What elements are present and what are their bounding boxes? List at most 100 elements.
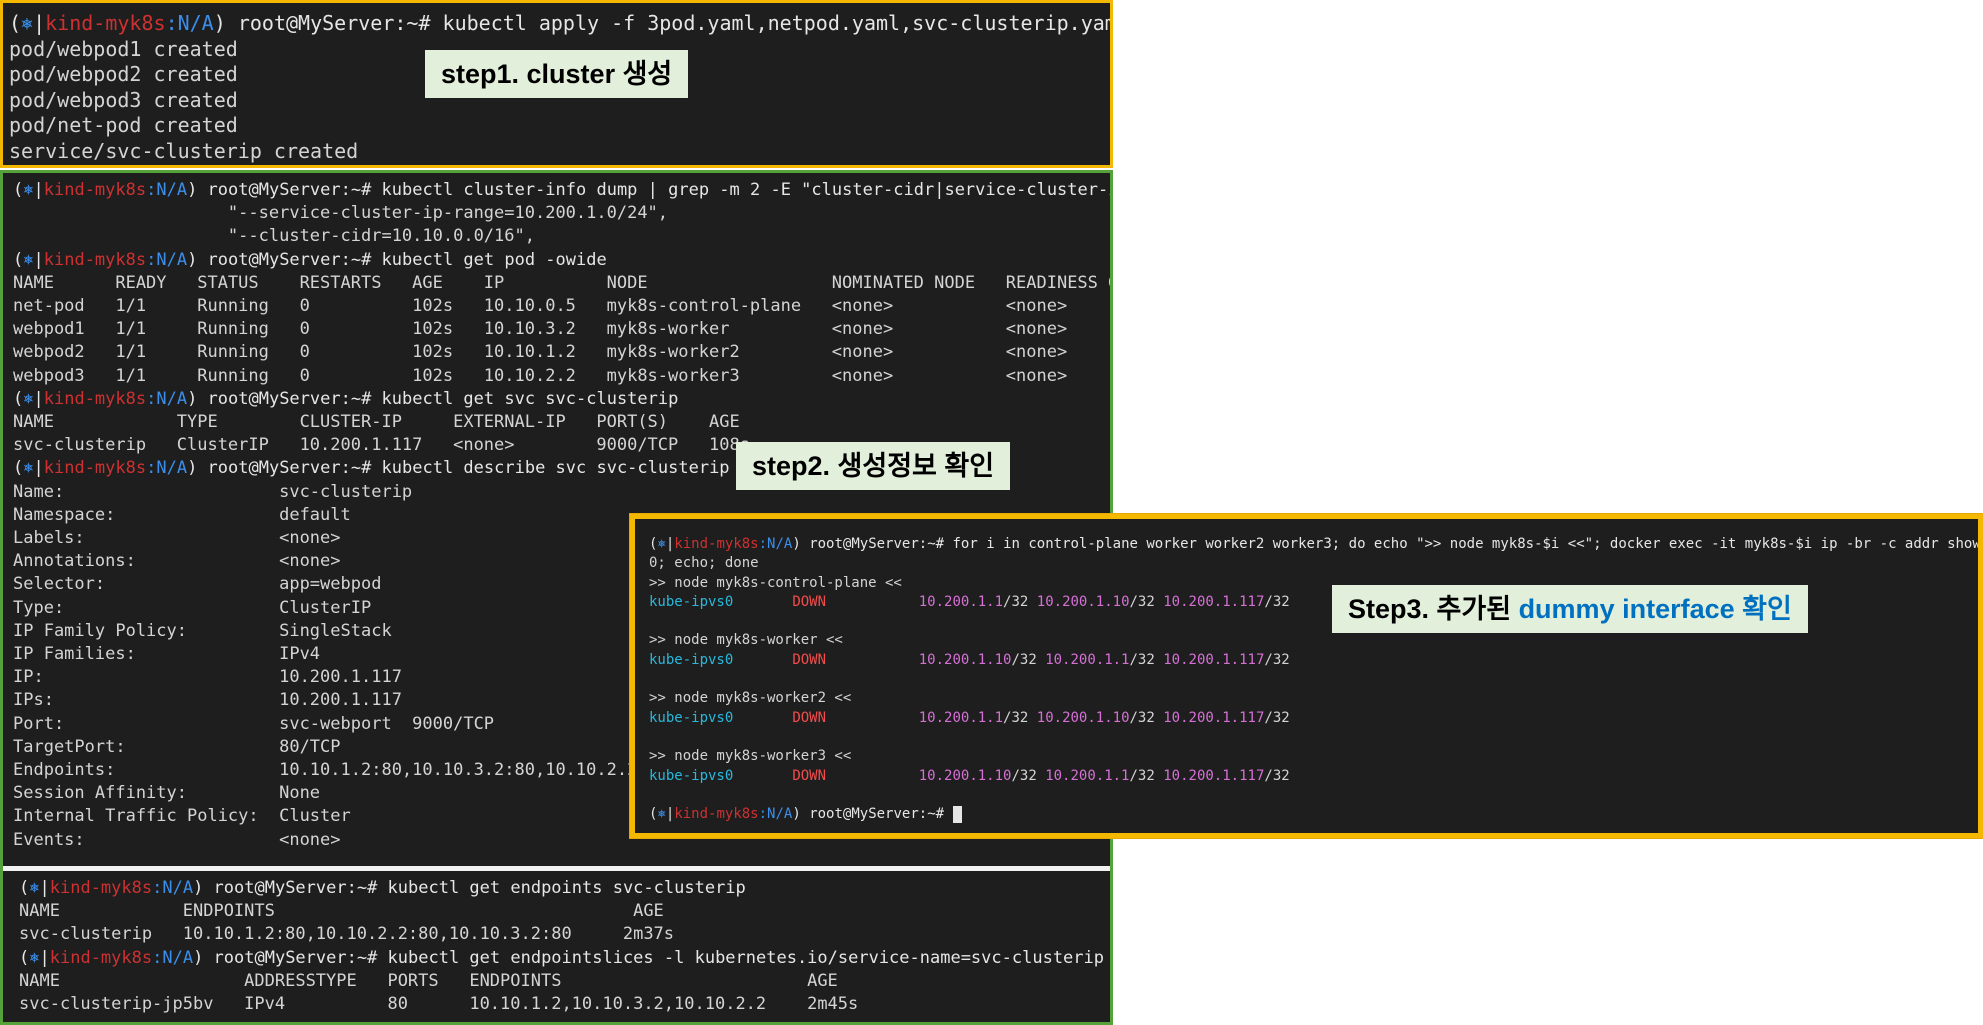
- table-header: NAME TYPE CLUSTER-IP EXTERNAL-IP PORT(S)…: [13, 412, 740, 433]
- kube-icon: ⎈: [23, 388, 34, 409]
- prompt-context: kind-myk8s: [43, 388, 147, 409]
- prompt-separator: |: [33, 388, 44, 409]
- prompt-namespace: :N/A: [165, 11, 214, 35]
- command-text: for i in control-plane worker worker2 wo…: [944, 536, 1983, 552]
- ip-address: 10.200.1.10: [918, 767, 1012, 784]
- prompt-namespace: :N/A: [146, 180, 188, 200]
- ip-mask: /32: [1003, 593, 1029, 610]
- iface-state: DOWN: [792, 767, 827, 784]
- iface-name: kube-ipvs0: [649, 593, 734, 610]
- ip-mask: /32: [1264, 651, 1290, 668]
- command-text: kubectl get svc svc-clusterip: [371, 388, 679, 409]
- node-header: >> node myk8s-worker2 <<: [649, 690, 852, 707]
- prompt-paren: (: [9, 11, 22, 35]
- step2-label: step2. 생성정보 확인: [736, 442, 1011, 490]
- ip-mask: /32: [1129, 593, 1155, 610]
- prompt-user: root@MyServer:~#: [203, 947, 378, 968]
- table-header: NAME ENDPOINTS AGE: [19, 901, 664, 922]
- prompt-separator: |: [33, 249, 44, 270]
- command-text: kubectl get pod -owide: [371, 249, 607, 270]
- ip-mask: /32: [1264, 767, 1290, 784]
- prompt-namespace: :N/A: [146, 388, 188, 409]
- table-header: NAME READY STATUS RESTARTS AGE IP NODE N…: [13, 272, 1113, 293]
- kube-icon: ⎈: [23, 180, 34, 200]
- ip-mask: /32: [1011, 651, 1037, 668]
- prompt-separator: |: [33, 11, 46, 35]
- ip-address: 10.200.1.1: [918, 593, 1004, 610]
- prompt-line: (⎈|kind-myk8s:N/A) root@MyServer:~# for …: [649, 535, 1978, 554]
- iface-state: DOWN: [792, 709, 827, 726]
- prompt-separator: |: [39, 947, 50, 968]
- ip-address: 10.200.1.117: [1163, 767, 1265, 784]
- prompt-namespace: :N/A: [152, 947, 194, 968]
- prompt-user: root@MyServer:~#: [225, 11, 431, 35]
- step3-label: Step3. 추가된 dummy interface 확인: [1332, 585, 1808, 633]
- ip-mask: /32: [1129, 767, 1155, 784]
- ip-address: 10.200.1.117: [1163, 651, 1265, 668]
- command-continuation: 0; echo; done: [649, 555, 759, 572]
- ip-mask: /32: [1011, 767, 1037, 784]
- prompt-line: (⎈|kind-myk8s:N/A) root@MyServer:~# kube…: [9, 11, 1110, 37]
- prompt-user: root@MyServer:~#: [197, 249, 372, 270]
- ip-address: 10.200.1.10: [1036, 593, 1130, 610]
- step1-label-text: step1. cluster 생성: [441, 59, 673, 89]
- prompt-paren: ): [187, 458, 198, 479]
- iface-name: kube-ipvs0: [649, 651, 734, 668]
- kube-icon: ⎈: [23, 458, 34, 479]
- iface-line: kube-ipvs0 DOWN 10.200.1.10/32 10.200.1.…: [649, 767, 1964, 786]
- table-row: net-pod 1/1 Running 0 102s 10.10.0.5 myk…: [13, 296, 1068, 317]
- prompt-paren: ): [187, 388, 198, 409]
- table-row: webpod1 1/1 Running 0 102s 10.10.3.2 myk…: [13, 319, 1068, 340]
- terminal-cursor: [952, 805, 962, 823]
- output-line: "--cluster-cidr=10.10.0.0/16",: [13, 226, 535, 247]
- prompt-context: kind-myk8s: [43, 458, 147, 479]
- ip-mask: /32: [1264, 593, 1290, 610]
- kube-icon: ⎈: [21, 11, 34, 35]
- prompt-line: (⎈|kind-myk8s:N/A) root@MyServer:~# kube…: [13, 249, 1100, 272]
- prompt-paren: ): [187, 249, 198, 270]
- prompt-namespace: :N/A: [146, 458, 188, 479]
- prompt-separator: |: [39, 878, 50, 898]
- step3-label-text: Step3. 추가된: [1348, 594, 1519, 624]
- table-row: svc-clusterip 10.10.1.2:80,10.10.2.2:80,…: [19, 924, 675, 945]
- kube-icon: ⎈: [29, 947, 40, 968]
- command-text: kubectl apply -f 3pod.yaml,netpod.yaml,s…: [430, 11, 1113, 35]
- prompt-context: kind-myk8s: [45, 11, 166, 35]
- prompt-user: root@MyServer:~#: [203, 878, 378, 898]
- ip-mask: /32: [1129, 651, 1155, 668]
- ip-mask: /32: [1129, 709, 1155, 726]
- prompt-line: (⎈|kind-myk8s:N/A) root@MyServer:~# kube…: [13, 388, 1100, 411]
- prompt-line: (⎈|kind-myk8s:N/A) root@MyServer:~# kube…: [19, 877, 1094, 900]
- kube-icon: ⎈: [29, 878, 40, 898]
- table-row: webpod2 1/1 Running 0 102s 10.10.1.2 myk…: [13, 342, 1068, 363]
- prompt-paren: (: [19, 878, 30, 898]
- prompt-line: (⎈|kind-myk8s:N/A) root@MyServer:~# kube…: [13, 179, 1110, 202]
- iface-name: kube-ipvs0: [649, 709, 734, 726]
- prompt-paren: ): [193, 878, 204, 898]
- prompt-paren: (: [19, 947, 30, 968]
- table-row: webpod3 1/1 Running 0 102s 10.10.2.2 myk…: [13, 365, 1068, 386]
- prompt-context: kind-myk8s: [43, 249, 147, 270]
- prompt-paren: ): [792, 806, 801, 823]
- ip-mask: /32: [1264, 709, 1290, 726]
- prompt-namespace: :N/A: [758, 806, 793, 823]
- prompt-context: kind-myk8s: [674, 536, 759, 552]
- output-line: pod/net-pod created: [9, 113, 238, 137]
- prompt-paren: ): [187, 180, 198, 200]
- prompt-user: root@MyServer:~#: [800, 806, 945, 823]
- prompt-separator: |: [33, 458, 44, 479]
- ip-address: 10.200.1.117: [1163, 709, 1265, 726]
- prompt-namespace: :N/A: [152, 878, 194, 898]
- ip-address: 10.200.1.10: [1036, 709, 1130, 726]
- kube-icon: ⎈: [657, 806, 666, 823]
- terminal-endpoints[interactable]: (⎈|kind-myk8s:N/A) root@MyServer:~# kube…: [3, 866, 1110, 1022]
- prompt-paren: ): [193, 947, 204, 968]
- step1-label: step1. cluster 생성: [425, 50, 689, 98]
- prompt-paren: (: [13, 249, 24, 270]
- prompt-context: kind-myk8s: [43, 180, 147, 200]
- node-header: >> node myk8s-worker3 <<: [649, 748, 852, 765]
- iface-name: kube-ipvs0: [649, 767, 734, 784]
- terminal-step3[interactable]: (⎈|kind-myk8s:N/A) root@MyServer:~# for …: [630, 514, 1983, 838]
- prompt-context: kind-myk8s: [674, 806, 759, 823]
